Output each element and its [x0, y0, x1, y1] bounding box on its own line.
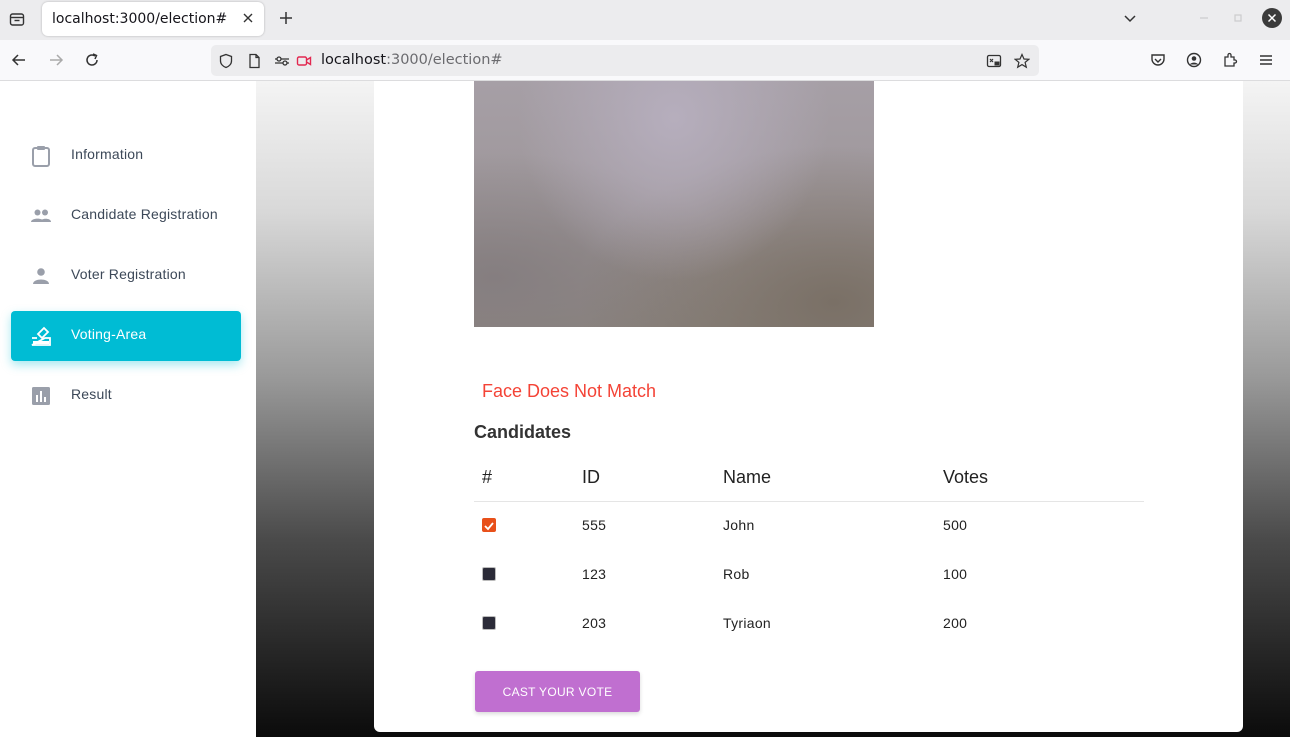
candidate-votes: 100: [943, 566, 968, 582]
picture-in-picture-icon[interactable]: [985, 52, 1003, 70]
sidebar-item-label: Voting-Area: [71, 326, 147, 342]
clipboard-icon: [30, 145, 52, 167]
column-header-name: Name: [723, 467, 772, 487]
candidates-title: Candidates: [474, 422, 572, 442]
ballot-box-icon: [30, 325, 52, 347]
candidate-checkbox[interactable]: [482, 567, 496, 581]
sidebar-item-label: Information: [71, 146, 144, 162]
minimize-icon[interactable]: [1196, 10, 1212, 26]
candidate-name: Rob: [723, 566, 750, 582]
bookmark-star-icon[interactable]: [1013, 52, 1031, 70]
table-row: 555 John 500: [474, 502, 1144, 551]
candidate-votes: 500: [943, 517, 968, 533]
candidate-checkbox[interactable]: [482, 616, 496, 630]
browser-nav-bar: localhost:3000/election#: [0, 40, 1290, 81]
webcam-feed: [474, 81, 874, 327]
column-header-id: ID: [582, 467, 600, 487]
column-header-votes: Votes: [943, 467, 989, 487]
candidate-votes: 200: [943, 615, 968, 631]
back-icon[interactable]: [9, 50, 29, 70]
table-header: # ID Name Votes: [474, 459, 1144, 502]
people-icon: [30, 205, 52, 227]
sidebar: Information Candidate Registration Voter…: [0, 81, 256, 737]
candidate-name: Tyriaon: [723, 615, 772, 631]
tab-title: localhost:3000/election#: [52, 11, 228, 27]
maximize-icon[interactable]: [1230, 10, 1246, 26]
tab-list-icon[interactable]: [6, 8, 28, 30]
hamburger-menu-icon[interactable]: [1256, 50, 1276, 70]
candidate-checkbox[interactable]: [482, 518, 496, 532]
chevron-down-icon[interactable]: [1120, 8, 1140, 28]
camera-sharing-icon[interactable]: [295, 52, 313, 70]
table-row: 123 Rob 100: [474, 551, 1144, 600]
candidate-id: 123: [582, 566, 607, 582]
sidebar-item-label: Result: [71, 386, 112, 402]
sidebar-item-information[interactable]: Information: [11, 131, 241, 181]
url-bar[interactable]: localhost:3000/election#: [211, 45, 1039, 76]
candidates-table: # ID Name Votes 555 John 500 123 Rob 100…: [474, 459, 1144, 649]
new-tab-icon[interactable]: [276, 8, 296, 28]
sidebar-item-voting-area[interactable]: Voting-Area: [11, 311, 241, 361]
url-host: localhost: [321, 52, 387, 68]
table-row: 203 Tyriaon 200: [474, 600, 1144, 649]
page-icon[interactable]: [245, 52, 263, 70]
url-path: :3000/election#: [386, 52, 503, 68]
tab-close-icon[interactable]: [240, 10, 256, 26]
bar-chart-icon: [30, 385, 52, 407]
extensions-icon[interactable]: [1220, 50, 1240, 70]
candidate-id: 555: [582, 517, 607, 533]
person-icon: [30, 265, 52, 287]
reload-icon[interactable]: [82, 50, 102, 70]
permissions-icon[interactable]: [273, 52, 291, 70]
sidebar-item-candidate-registration[interactable]: Candidate Registration: [11, 191, 241, 241]
face-match-error: Face Does Not Match: [482, 381, 657, 401]
shield-icon[interactable]: [217, 52, 235, 70]
url-text[interactable]: localhost:3000/election#: [321, 52, 503, 68]
browser-tab-bar: localhost:3000/election#: [0, 0, 1290, 40]
cast-vote-button[interactable]: CAST YOUR VOTE: [475, 671, 640, 712]
sidebar-item-label: Candidate Registration: [71, 206, 218, 222]
candidate-name: John: [723, 517, 755, 533]
sidebar-item-result[interactable]: Result: [11, 371, 241, 421]
account-icon[interactable]: [1184, 50, 1204, 70]
candidate-id: 203: [582, 615, 607, 631]
forward-icon[interactable]: [46, 50, 66, 70]
sidebar-item-label: Voter Registration: [71, 266, 186, 282]
pocket-icon[interactable]: [1148, 50, 1168, 70]
column-header-index: #: [482, 467, 493, 487]
window-close-icon[interactable]: [1262, 8, 1282, 28]
sidebar-item-voter-registration[interactable]: Voter Registration: [11, 251, 241, 301]
browser-tab[interactable]: localhost:3000/election#: [42, 2, 264, 36]
